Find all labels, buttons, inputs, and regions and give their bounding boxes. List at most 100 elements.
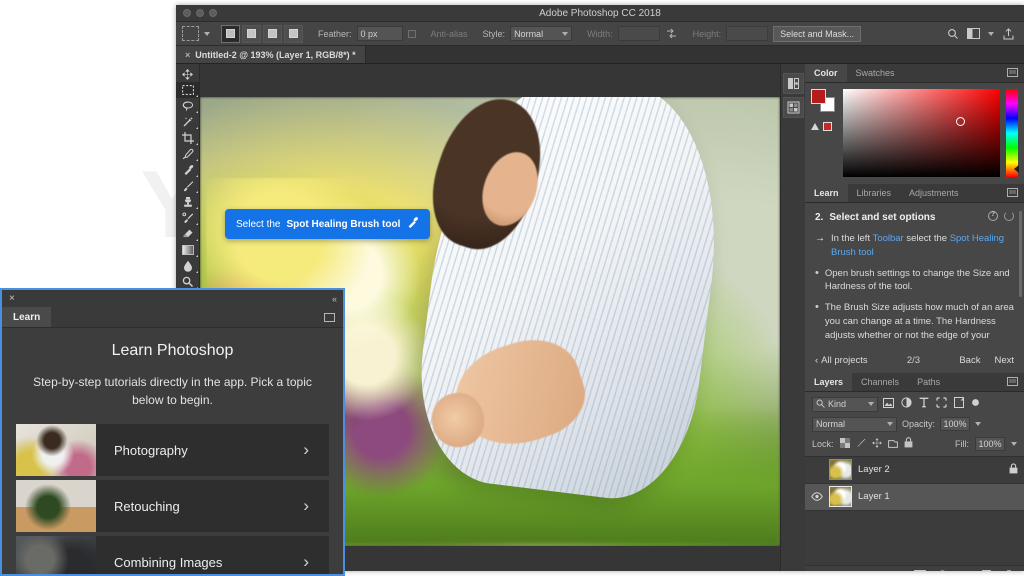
adjustment-filter-icon[interactable] <box>901 397 912 411</box>
style-select[interactable]: Normal <box>510 26 573 41</box>
new-layer-icon[interactable] <box>982 569 993 571</box>
close-icon[interactable]: × <box>185 50 190 60</box>
clone-stamp-tool[interactable] <box>176 194 199 210</box>
list-item[interactable]: Photography › <box>16 424 329 476</box>
delete-layer-icon[interactable] <box>1004 569 1014 571</box>
subtract-from-selection-button[interactable] <box>263 24 282 43</box>
magic-wand-tool[interactable] <box>176 114 199 130</box>
gradient-tool[interactable] <box>176 242 199 258</box>
table-row[interactable]: Layer 1 <box>805 483 1024 511</box>
chevron-down-icon[interactable] <box>988 31 994 36</box>
chevron-down-icon[interactable] <box>204 31 210 36</box>
panel-menu-icon[interactable] <box>1007 373 1024 391</box>
learn-bullet-text: Open brush settings to change the Size a… <box>824 267 1010 293</box>
blur-tool[interactable] <box>176 258 199 274</box>
color-spectrum[interactable] <box>843 88 1000 177</box>
shape-filter-icon[interactable] <box>936 397 947 411</box>
search-icon[interactable] <box>946 27 959 40</box>
gamut-warning-row[interactable] <box>811 121 832 131</box>
hue-slider-handle[interactable] <box>1014 164 1019 173</box>
panel-menu-icon[interactable] <box>1007 64 1024 82</box>
tab-adjustments[interactable]: Adjustments <box>900 184 968 202</box>
close-icon[interactable]: × <box>9 293 15 304</box>
intersect-selection-button[interactable] <box>284 24 303 43</box>
type-filter-icon[interactable] <box>919 397 929 411</box>
table-row[interactable]: Layer 2 <box>805 457 1024 484</box>
adjustment-layer-icon[interactable] <box>937 569 948 571</box>
tab-paths[interactable]: Paths <box>908 373 949 391</box>
height-input[interactable] <box>726 26 769 41</box>
chevron-down-icon <box>887 422 893 427</box>
eyedropper-tool[interactable] <box>176 146 199 162</box>
tab-color[interactable]: Color <box>805 64 847 82</box>
move-tool[interactable] <box>176 66 199 82</box>
history-panel-icon[interactable] <box>782 73 804 94</box>
width-input[interactable] <box>617 26 660 41</box>
tab-learn[interactable]: Learn <box>805 183 848 202</box>
document-tab[interactable]: × Untitled-2 @ 193% (Layer 1, RGB/8*) * <box>176 46 366 63</box>
panel-menu-icon[interactable] <box>1007 184 1024 202</box>
swap-dimensions-icon[interactable] <box>665 27 678 40</box>
lock-transparent-icon[interactable] <box>839 437 850 450</box>
all-projects-button[interactable]: ‹ All projects <box>815 355 868 366</box>
tab-channels[interactable]: Channels <box>852 373 908 391</box>
history-brush-tool[interactable] <box>176 210 199 226</box>
hue-slider[interactable] <box>1006 88 1019 177</box>
new-group-icon[interactable] <box>959 570 971 571</box>
next-button[interactable]: Next <box>994 355 1014 366</box>
anti-alias-checkbox[interactable] <box>407 29 416 38</box>
workspace-icon[interactable] <box>967 27 980 40</box>
gamut-substitute-swatch[interactable] <box>823 121 832 131</box>
tab-learn[interactable]: Learn <box>2 307 52 327</box>
select-and-mask-button[interactable]: Select and Mask... <box>773 25 862 42</box>
toolbar-link[interactable]: Toolbar <box>873 233 904 244</box>
list-item[interactable]: Combining Images › <box>16 536 329 574</box>
marquee-icon[interactable] <box>182 26 199 41</box>
lock-all-icon[interactable] <box>904 437 913 450</box>
blend-mode-select[interactable]: Normal <box>812 416 897 432</box>
layer-mask-icon[interactable] <box>914 570 926 571</box>
properties-panel-icon[interactable] <box>782 97 804 118</box>
fill-input[interactable]: 100% <box>975 436 1005 451</box>
spot-healing-brush-tool[interactable] <box>176 162 199 178</box>
chevron-right-icon: › <box>303 552 309 571</box>
lasso-tool[interactable] <box>176 98 199 114</box>
list-item[interactable]: Retouching › <box>16 480 329 532</box>
share-icon[interactable] <box>1002 27 1015 40</box>
eraser-tool[interactable] <box>176 226 199 242</box>
reset-icon[interactable] <box>1004 210 1014 221</box>
brush-tool[interactable] <box>176 178 199 194</box>
learn-panel-scrollbar[interactable] <box>1019 210 1022 297</box>
tab-swatches[interactable]: Swatches <box>847 64 904 82</box>
smart-object-filter-icon[interactable] <box>954 397 964 411</box>
collapse-icon[interactable]: « <box>332 294 337 304</box>
help-icon[interactable]: ? <box>988 210 998 221</box>
opacity-input[interactable]: 100% <box>940 417 971 432</box>
lock-icon[interactable] <box>1009 463 1018 477</box>
tutorial-callout[interactable]: Select the Spot Healing Brush tool <box>225 209 431 239</box>
layer-name: Layer 2 <box>858 464 890 476</box>
layer-visibility-toggle[interactable] <box>811 492 823 501</box>
foreground-background-swatches[interactable] <box>811 88 835 112</box>
rectangular-marquee-tool[interactable] <box>176 82 199 98</box>
filter-toggle-icon[interactable] <box>971 398 980 410</box>
foreground-color-swatch[interactable] <box>811 88 826 104</box>
pixel-filter-icon[interactable] <box>883 397 894 411</box>
crop-tool[interactable] <box>176 130 199 146</box>
new-selection-button[interactable] <box>221 24 240 43</box>
layer-style-icon[interactable] <box>892 570 903 572</box>
panel-menu-icon[interactable] <box>324 307 343 327</box>
chevron-down-icon[interactable] <box>1011 441 1017 446</box>
add-to-selection-button[interactable] <box>242 24 261 43</box>
width-label: Width: <box>587 28 613 39</box>
lock-position-icon[interactable] <box>871 437 882 450</box>
tab-libraries[interactable]: Libraries <box>848 184 901 202</box>
back-button[interactable]: Back <box>959 355 980 366</box>
lock-image-icon[interactable] <box>856 438 866 450</box>
tab-layers[interactable]: Layers <box>805 372 853 391</box>
chevron-down-icon[interactable] <box>975 422 982 427</box>
layer-kind-filter[interactable]: Kind <box>812 396 878 412</box>
lock-artboard-icon[interactable] <box>887 438 898 450</box>
feather-input[interactable]: 0 px <box>356 26 403 41</box>
color-picker-handle[interactable] <box>956 117 966 127</box>
